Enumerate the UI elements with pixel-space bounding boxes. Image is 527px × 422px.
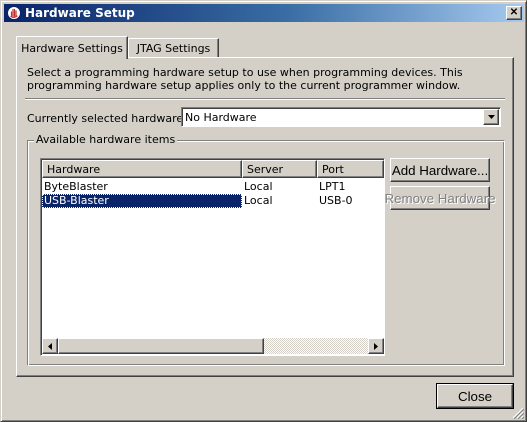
available-hardware-group: Available hardware items Hardware Server… xyxy=(27,133,505,366)
title-bar[interactable]: Hardware Setup ✕ xyxy=(4,4,524,22)
separator xyxy=(25,98,505,100)
column-header-port[interactable]: Port xyxy=(317,160,384,178)
tab-jtag-settings-label: JTAG Settings xyxy=(136,42,211,55)
window-title: Hardware Setup xyxy=(25,6,135,20)
list-header: Hardware Server Port xyxy=(42,160,384,178)
cell-server: Local xyxy=(244,194,273,207)
horizontal-scrollbar[interactable] xyxy=(42,338,384,354)
cell-server: Local xyxy=(244,180,273,193)
cell-port: LPT1 xyxy=(319,180,346,193)
cell-hardware: USB-Blaster xyxy=(42,194,242,208)
column-header-hardware[interactable]: Hardware xyxy=(42,160,242,178)
scroll-right-arrow-icon[interactable] xyxy=(368,338,384,354)
column-header-server[interactable]: Server xyxy=(242,160,317,178)
scroll-left-arrow-icon[interactable] xyxy=(42,338,58,354)
currently-selected-hardware-select[interactable]: No Hardware xyxy=(181,107,501,127)
close-icon[interactable]: ✕ xyxy=(506,6,522,20)
table-row-selected[interactable]: USB-Blaster Local USB-0 xyxy=(42,194,384,208)
hand-app-icon xyxy=(6,5,22,21)
remove-hardware-button: Remove Hardware xyxy=(384,186,496,210)
available-hardware-label: Available hardware items xyxy=(34,133,178,146)
add-hardware-button[interactable]: Add Hardware... xyxy=(390,158,490,182)
hardware-list[interactable]: Hardware Server Port ByteBlaster Local L… xyxy=(40,158,385,356)
tab-hardware-settings-label: Hardware Settings xyxy=(21,41,123,55)
scrollbar-thumb[interactable] xyxy=(58,338,264,354)
close-button[interactable]: Close xyxy=(437,384,513,408)
resize-grip-icon[interactable] xyxy=(512,407,525,420)
cell-hardware: ByteBlaster xyxy=(44,180,108,193)
tab-hardware-settings[interactable]: Hardware Settings xyxy=(16,36,128,59)
currently-selected-label: Currently selected hardware: xyxy=(27,112,187,125)
table-row[interactable]: ByteBlaster Local LPT1 xyxy=(42,180,384,194)
dropdown-arrow-icon[interactable] xyxy=(483,109,499,125)
tab-jtag-settings[interactable]: JTAG Settings xyxy=(128,38,219,58)
hardware-setup-window: Hardware Setup ✕ Hardware Settings JTAG … xyxy=(0,0,527,422)
hardware-settings-panel: Select a programming hardware setup to u… xyxy=(16,57,514,377)
cell-port: USB-0 xyxy=(319,194,353,207)
currently-selected-value: No Hardware xyxy=(185,111,257,124)
description-text: Select a programming hardware setup to u… xyxy=(27,66,463,92)
